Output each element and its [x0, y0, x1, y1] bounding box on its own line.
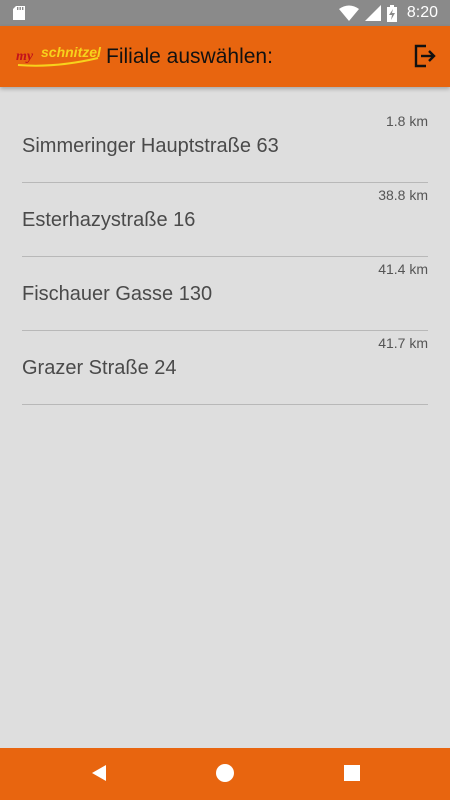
branch-item[interactable]: 41.7 km Grazer Straße 24	[22, 331, 428, 405]
battery-charging-icon	[386, 4, 397, 22]
status-time: 8:20	[406, 4, 438, 21]
branch-distance: 41.7 km	[378, 335, 428, 351]
back-icon[interactable]	[90, 763, 110, 783]
app-bar: my schnitzel Filiale auswählen:	[0, 26, 450, 87]
branch-name: Fischauer Gasse 130	[22, 283, 213, 305]
branch-name: Esterhazystraße 16	[22, 209, 196, 231]
logo-swoosh	[17, 57, 99, 67]
branch-name: Simmeringer Hauptstraße 63	[22, 135, 279, 157]
branch-distance: 38.8 km	[378, 187, 428, 203]
branch-distance: 1.8 km	[385, 113, 428, 129]
logout-icon[interactable]	[412, 43, 438, 69]
navigation-bar	[0, 748, 450, 800]
status-bar: 8:20	[0, 0, 450, 26]
signal-icon	[364, 5, 381, 21]
branch-item[interactable]: 38.8 km Esterhazystraße 16	[22, 183, 428, 257]
branch-item[interactable]: 1.8 km Simmeringer Hauptstraße 63	[22, 109, 428, 183]
wifi-icon	[338, 5, 359, 21]
myschnitzel-logo: my schnitzel	[16, 44, 101, 68]
branch-name: Grazer Straße 24	[22, 357, 177, 379]
branch-distance: 41.4 km	[378, 261, 428, 277]
home-icon[interactable]	[215, 763, 235, 783]
sd-card-icon	[13, 6, 25, 20]
recents-icon[interactable]	[342, 763, 362, 783]
branch-item[interactable]: 41.4 km Fischauer Gasse 130	[22, 257, 428, 331]
page-title: Filiale auswählen:	[106, 45, 273, 68]
